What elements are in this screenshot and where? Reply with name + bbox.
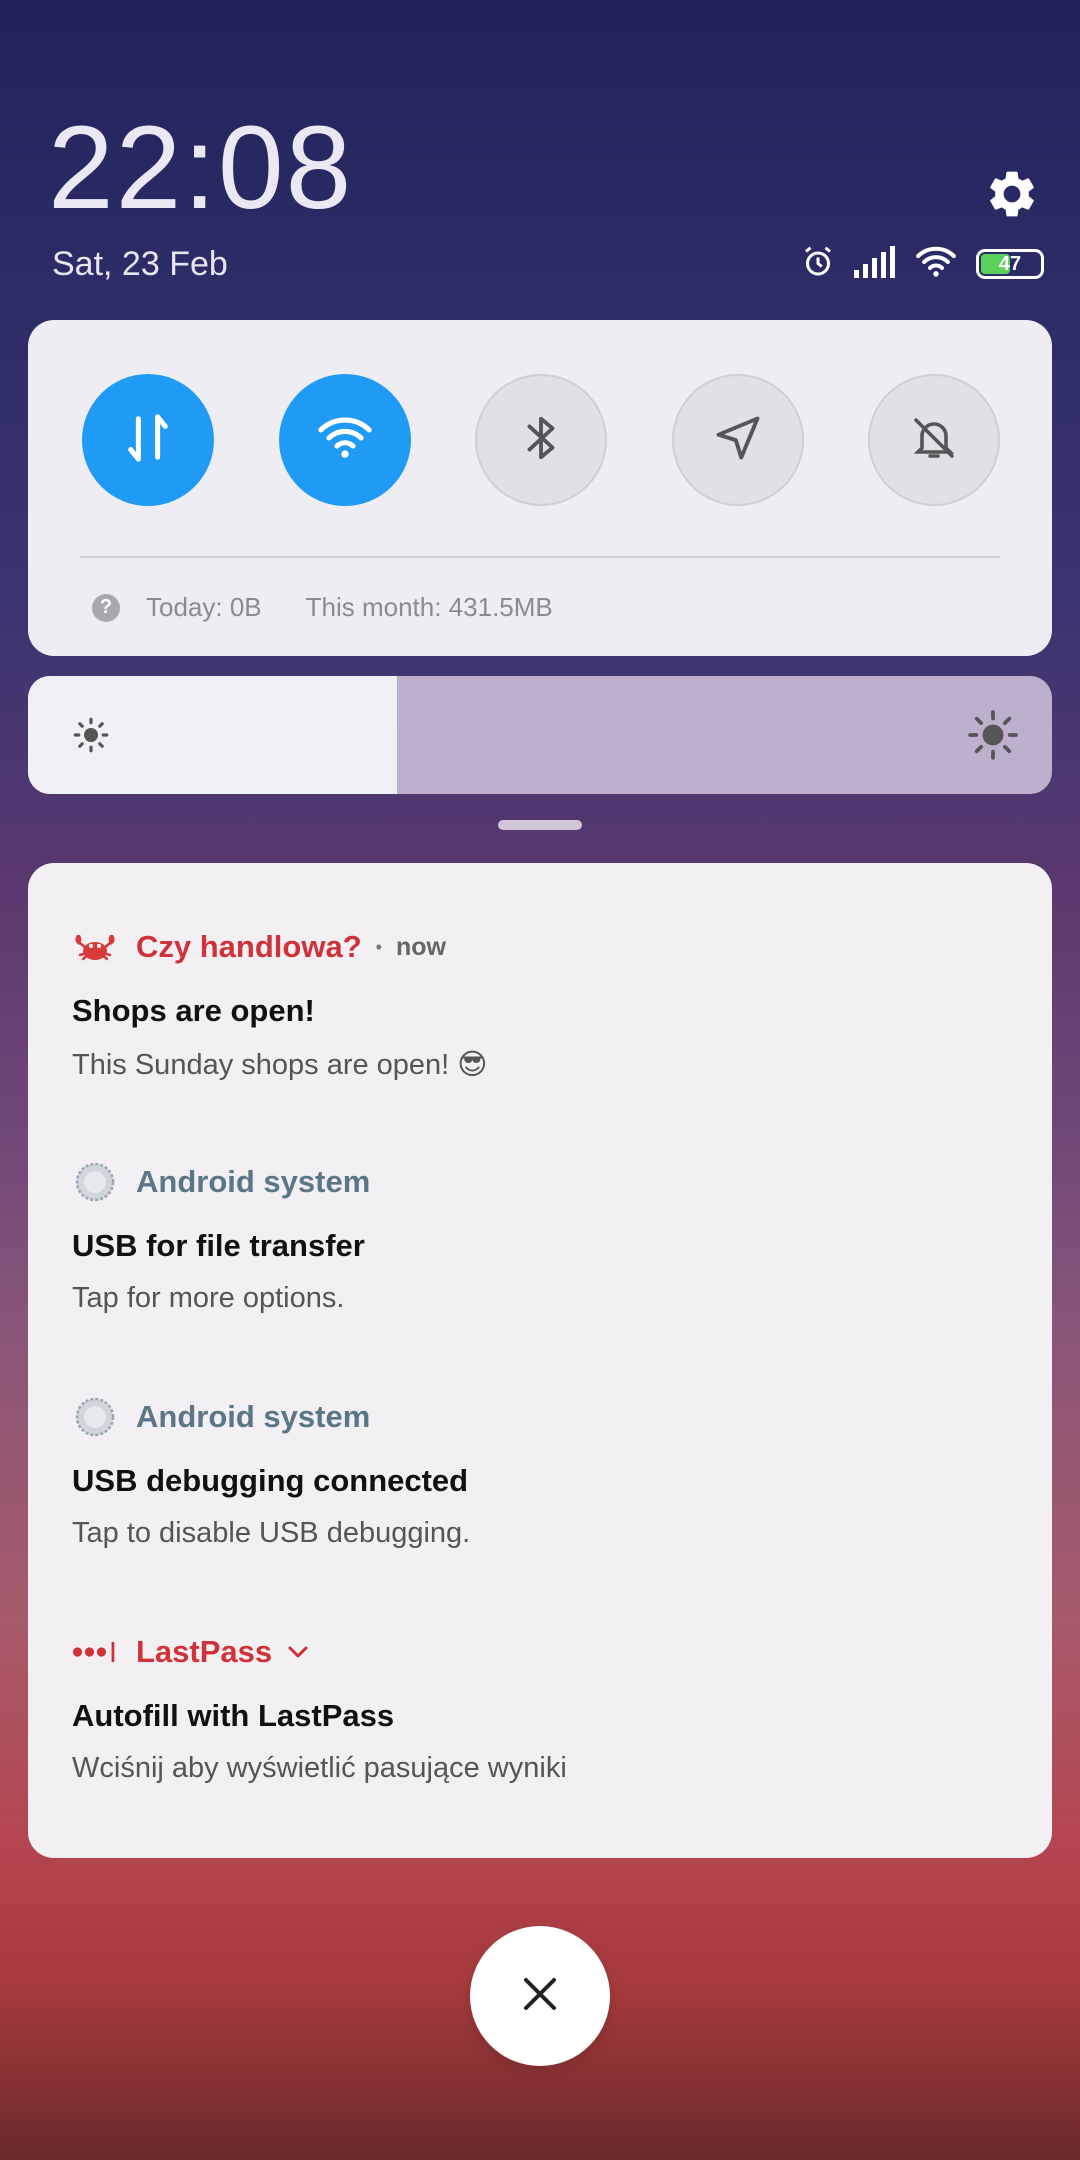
- mobile-data-toggle[interactable]: [82, 374, 214, 506]
- close-icon: [520, 1974, 560, 2019]
- battery-level: 47: [998, 252, 1022, 275]
- notification-item[interactable]: Android system USB for file transfer Tap…: [72, 1160, 1012, 1315]
- status-icons: 47: [800, 244, 1044, 284]
- bluetooth-toggle[interactable]: [475, 374, 607, 506]
- notification-app-name: Czy handlowa?: [136, 929, 362, 964]
- notification-panel: Czy handlowa? • now Shops are open! This…: [28, 863, 1052, 1858]
- wifi-icon: [316, 415, 374, 466]
- clear-all-button[interactable]: [470, 1926, 610, 2066]
- arrows-updown-icon: [126, 413, 170, 468]
- quick-settings-panel: ? Today: 0B This month: 431.5MB: [28, 320, 1052, 656]
- brightness-low-icon: [70, 714, 112, 756]
- notification-title: Autofill with LastPass: [72, 1698, 395, 1733]
- data-today: Today: 0B: [146, 592, 262, 622]
- gear-icon[interactable]: [984, 166, 1040, 222]
- notification-body: Tap to disable USB debugging.: [72, 1517, 471, 1549]
- wifi-toggle[interactable]: [278, 374, 411, 506]
- battery-icon: 47: [976, 249, 1044, 279]
- drag-handle[interactable]: [498, 820, 582, 830]
- notification-title: Shops are open!: [72, 993, 315, 1028]
- data-month: This month: 431.5MB: [305, 592, 553, 622]
- bell-off-icon: [910, 413, 958, 468]
- notification-title: USB for file transfer: [72, 1228, 365, 1263]
- notification-app-name: Android system: [136, 1164, 371, 1199]
- notification-body: Tap for more options.: [72, 1282, 345, 1314]
- separator-dot: •: [375, 936, 382, 957]
- alarm-icon: [800, 244, 836, 285]
- notification-body: Wciśnij aby wyświetlić pasujące wyniki: [72, 1752, 567, 1784]
- quick-toggles: [82, 374, 1000, 506]
- notification-app-name: Android system: [136, 1399, 371, 1434]
- notification-time: now: [395, 932, 446, 961]
- help-icon: ?: [92, 593, 120, 622]
- notification-item[interactable]: LastPass Autofill with LastPass Wciśnij …: [72, 1630, 1012, 1785]
- brightness-slider[interactable]: [28, 676, 1052, 794]
- notification-app-name: LastPass: [136, 1634, 273, 1669]
- notification-item[interactable]: Czy handlowa? • now Shops are open! This…: [72, 925, 1012, 1082]
- lastpass-icon: [72, 1632, 118, 1672]
- crab-icon: [72, 927, 118, 967]
- location-toggle[interactable]: [671, 374, 804, 506]
- location-arrow-icon: [712, 412, 764, 469]
- chevron-down-icon[interactable]: [286, 1644, 310, 1660]
- android-system-icon: [72, 1162, 118, 1202]
- date: Sat, 23 Feb: [52, 245, 228, 283]
- notification-body: This Sunday shops are open! 😎: [72, 1049, 488, 1081]
- signal-icon: [854, 245, 896, 283]
- data-usage[interactable]: ? Today: 0B This month: 431.5MB: [92, 592, 553, 623]
- notification-title: USB debugging connected: [72, 1463, 469, 1498]
- divider: [80, 556, 1000, 558]
- android-system-icon: [72, 1397, 118, 1437]
- notification-item[interactable]: Android system USB debugging connected T…: [72, 1395, 1012, 1550]
- brightness-high-icon: [968, 710, 1018, 760]
- silent-toggle[interactable]: [868, 374, 1000, 506]
- wifi-icon: [914, 245, 958, 284]
- clock: 22:08: [48, 102, 354, 234]
- bluetooth-icon: [521, 413, 561, 468]
